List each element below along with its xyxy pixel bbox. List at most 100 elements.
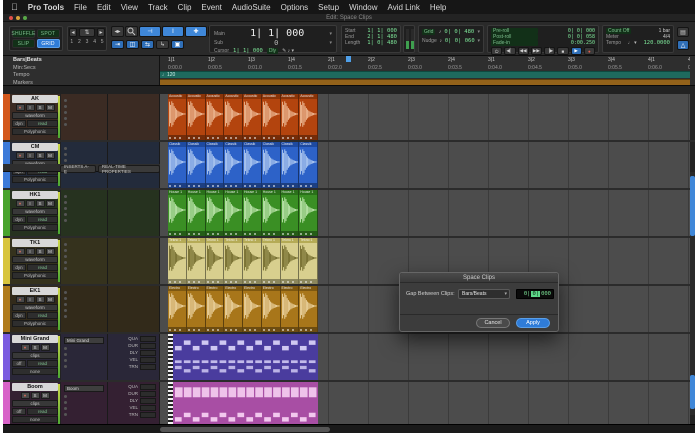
mirrored-midi-icon[interactable]: ◫ — [126, 40, 139, 49]
rtp-value-box[interactable] — [140, 336, 156, 342]
automation-dyn-button[interactable]: off — [12, 408, 26, 415]
insert-slot[interactable] — [64, 407, 67, 410]
automation-dyn-button[interactable]: dyn — [12, 264, 26, 271]
track-color-tab[interactable] — [3, 94, 10, 140]
record-enable-button[interactable]: ● — [16, 152, 25, 159]
insert-slot[interactable] — [64, 359, 67, 362]
mute-button[interactable]: M — [46, 296, 55, 303]
menu-clip[interactable]: Clip — [178, 3, 192, 12]
go-to-end-button[interactable]: ▕▶ — [544, 47, 555, 55]
insert-slot[interactable] — [64, 105, 67, 108]
track-view-selector[interactable]: waveform — [12, 208, 58, 215]
main-counter-caret-icon[interactable]: ▾ — [329, 31, 332, 37]
track-name[interactable]: Mini Grand — [12, 335, 58, 343]
clips-region[interactable]: House 1House 1House 1House 1House 1House… — [168, 190, 318, 236]
audio-clip[interactable]: House 1 — [187, 190, 206, 236]
audio-clip[interactable]: Acoustic — [187, 94, 206, 140]
solo-button[interactable]: S — [36, 152, 45, 159]
audio-clip[interactable]: Tekno 1 — [281, 238, 300, 284]
audio-clip[interactable]: Acoustic — [168, 94, 187, 140]
insert-slot[interactable] — [64, 401, 67, 404]
record-enable-button[interactable]: ● — [16, 200, 25, 207]
elastic-audio-selector[interactable]: none — [12, 416, 58, 423]
rtp-value-box[interactable] — [140, 364, 156, 370]
mode-slip[interactable]: SLIP — [12, 39, 35, 48]
zoom-in-icon[interactable]: ▸ — [97, 28, 105, 37]
mute-button[interactable]: M — [46, 248, 55, 255]
audio-clip[interactable]: Tekno 1 — [187, 238, 206, 284]
midi-clip[interactable] — [168, 334, 318, 380]
audio-clip[interactable]: Electro — [187, 286, 206, 332]
track-lane[interactable]: House 1House 1House 1House 1House 1House… — [160, 190, 690, 236]
clips-region[interactable] — [168, 382, 318, 424]
insert-slot[interactable] — [64, 123, 67, 126]
audio-clip[interactable]: Acoustic — [262, 94, 281, 140]
return-to-zero-button[interactable]: ◀▏ — [504, 47, 515, 55]
track-lane[interactable]: AcousticAcousticAcousticAcousticAcoustic… — [160, 94, 690, 140]
insertion-follows-icon[interactable]: ↳ — [156, 40, 169, 49]
zoom-out-icon[interactable]: ◂ — [69, 28, 77, 37]
automation-dyn-button[interactable]: dyn — [12, 216, 26, 223]
audio-clip[interactable]: Electro — [224, 286, 243, 332]
insert-slot[interactable] — [64, 291, 67, 294]
mute-button[interactable]: M — [46, 152, 55, 159]
nudge-value-label[interactable]: Nudge — [422, 38, 437, 44]
automation-mode-selector[interactable]: read — [27, 264, 58, 271]
vertical-scrollbar[interactable] — [690, 172, 695, 415]
track-color-tab[interactable] — [3, 238, 10, 284]
audio-clip[interactable]: Acoustic — [224, 94, 243, 140]
automation-mode-selector[interactable]: read — [27, 408, 58, 415]
menu-help[interactable]: Help — [430, 3, 446, 12]
audio-clip[interactable]: Electro — [206, 286, 225, 332]
track-view-selector[interactable]: clips — [12, 400, 58, 407]
insert-slot[interactable] — [64, 243, 67, 246]
sub-counter-caret-icon[interactable]: ▾ — [329, 40, 332, 46]
menu-audiosuite[interactable]: AudioSuite — [232, 3, 271, 12]
audio-clip[interactable]: Electro — [262, 286, 281, 332]
menu-file[interactable]: File — [74, 3, 87, 12]
insert-slot[interactable] — [64, 153, 67, 156]
record-enable-button[interactable]: ● — [16, 104, 25, 111]
track-color-tab[interactable] — [3, 190, 10, 236]
insert-slot[interactable] — [64, 261, 67, 264]
track-lane[interactable] — [160, 382, 690, 424]
menu-setup[interactable]: Setup — [318, 3, 339, 12]
solo-button[interactable]: S — [36, 248, 45, 255]
zoom-preset-2[interactable]: 2 — [77, 39, 83, 45]
rewind-button[interactable]: ◀◀ — [518, 47, 529, 55]
insert-slot[interactable] — [64, 413, 67, 416]
track-view-selector[interactable]: waveform — [12, 304, 58, 311]
rtp-value-box[interactable] — [140, 412, 156, 418]
rtp-value-box[interactable] — [140, 391, 156, 397]
elastic-audio-selector[interactable]: none — [12, 368, 58, 375]
midi-merge-icon[interactable]: ▤ — [677, 27, 689, 37]
markers-ruler-band[interactable] — [160, 79, 690, 85]
track-view-selector[interactable]: clips — [12, 352, 58, 359]
fast-forward-button[interactable]: ▶▶ — [531, 47, 542, 55]
nudge-value[interactable]: 0| 0| 060 — [445, 38, 475, 44]
solo-button[interactable]: S — [36, 296, 45, 303]
audio-clip[interactable]: Classik — [262, 142, 281, 188]
mute-button[interactable]: M — [46, 200, 55, 207]
rtp-column-header[interactable]: REAL-TIME PROPERTIES — [98, 165, 160, 173]
track-name[interactable]: TK1 — [12, 239, 58, 247]
ruler-row-tempo[interactable]: Tempo — [13, 72, 30, 78]
link-selection-icon[interactable]: ⇆ — [141, 40, 154, 49]
rtp-value-box[interactable] — [140, 405, 156, 411]
insert-plugin-name[interactable]: Boom — [64, 385, 104, 392]
audio-clip[interactable]: Classik — [168, 142, 187, 188]
clips-region[interactable]: ElectroElectroElectroElectroElectroElect… — [168, 286, 318, 332]
audio-clip[interactable]: House 1 — [243, 190, 262, 236]
audio-clip[interactable]: Classik — [243, 142, 262, 188]
audio-clip[interactable]: House 1 — [299, 190, 318, 236]
insert-slot[interactable] — [64, 207, 67, 210]
gap-value-segment[interactable]: 000 — [541, 291, 551, 297]
rtp-value-box[interactable] — [140, 350, 156, 356]
audio-clip[interactable]: House 1 — [224, 190, 243, 236]
track-name[interactable]: Boom — [12, 383, 58, 391]
automation-dyn-button[interactable]: dyn — [12, 312, 26, 319]
insert-slot[interactable] — [64, 99, 67, 102]
input-monitor-button[interactable]: I — [26, 248, 35, 255]
ruler-row-min-secs[interactable]: Min:Secs — [13, 65, 36, 71]
grid-value-label[interactable]: Grid — [422, 29, 435, 35]
